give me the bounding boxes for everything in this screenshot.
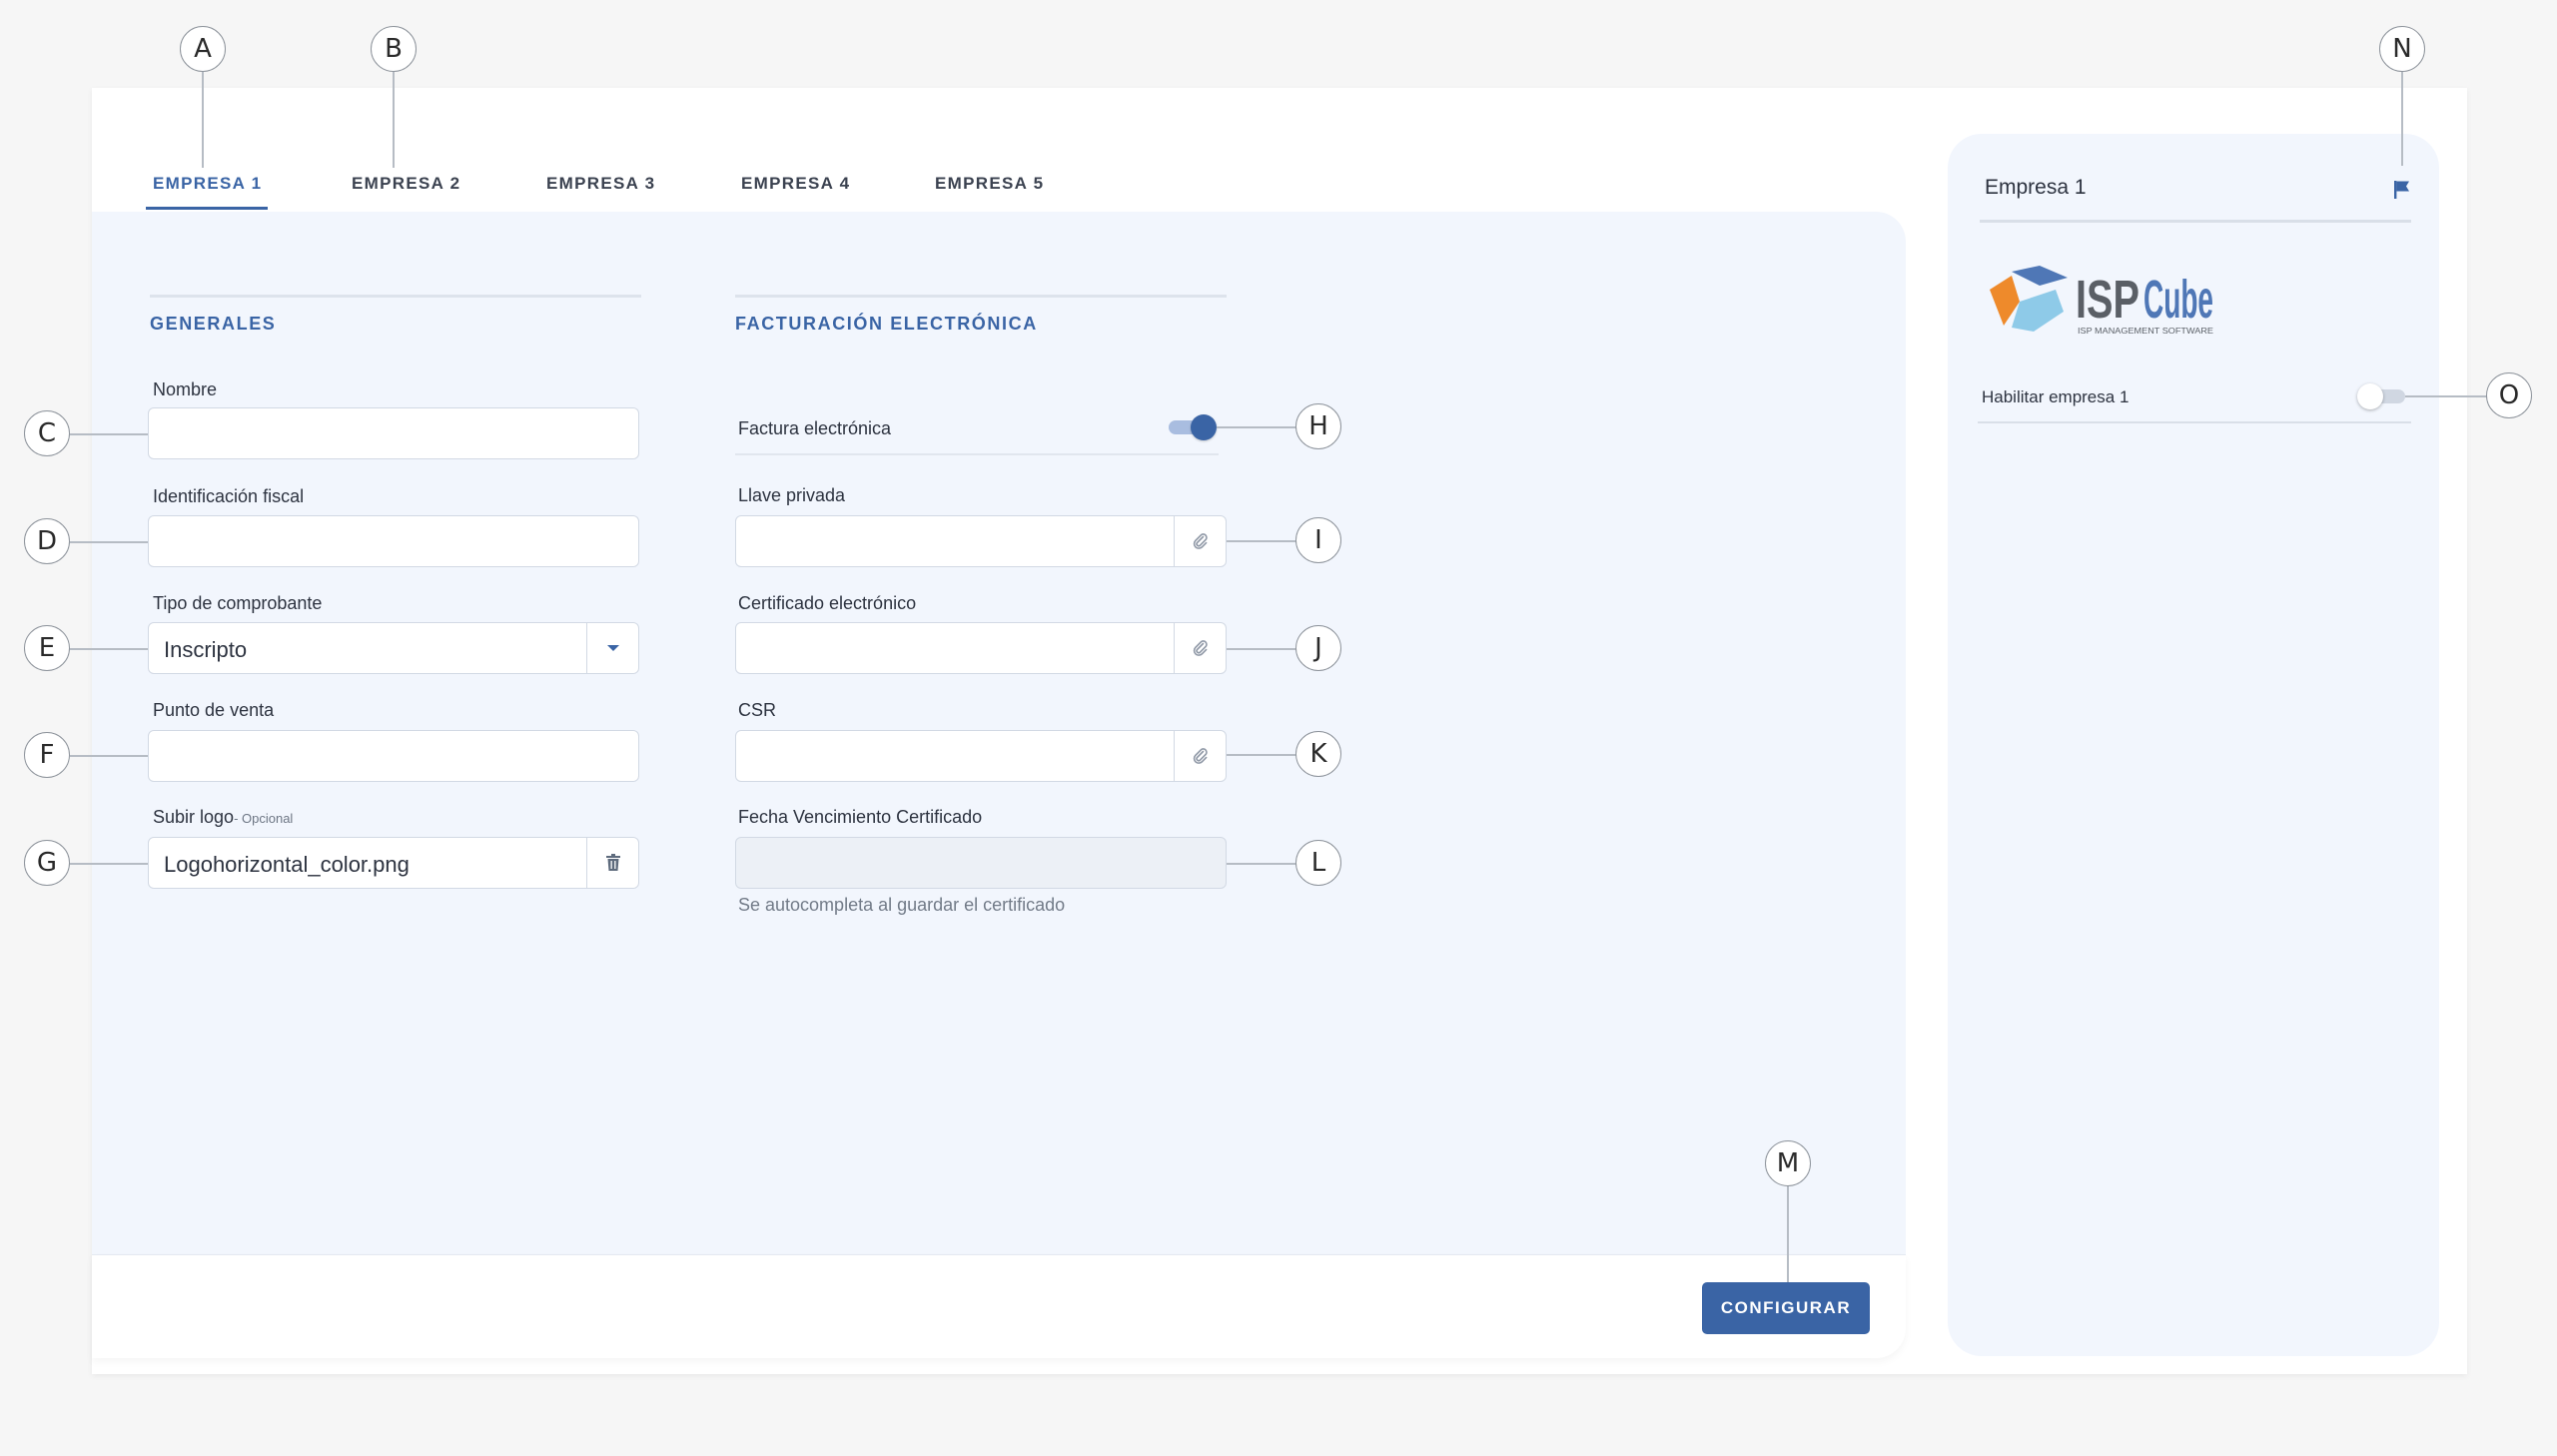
callout-e-leader [70, 648, 148, 650]
callout-m: M [1765, 1140, 1811, 1186]
fecha-vencimiento-field [735, 837, 1227, 889]
toggle-knob [2357, 383, 2383, 409]
generales-divider [150, 295, 641, 298]
nombre-label: Nombre [153, 379, 218, 399]
llave-privada-field[interactable] [735, 515, 1227, 567]
ispcube-logo: ISP Cube ISP MANAGEMENT SOFTWARE [1984, 262, 2223, 348]
callout-f-leader [70, 755, 148, 757]
subir-logo-filename: Logohorizontal_color.png [164, 852, 410, 877]
subir-logo-field[interactable]: Logohorizontal_color.png [148, 837, 639, 889]
punto-venta-label: Punto de venta [153, 700, 275, 720]
form-footer [92, 1254, 1906, 1358]
callout-g-leader [70, 863, 148, 865]
callout-d-leader [70, 541, 148, 543]
factura-electronica-toggle[interactable] [1169, 414, 1217, 440]
generales-title: GENERALES [150, 314, 277, 334]
certificado-label: Certificado electrónico [738, 593, 917, 613]
callout-g: G [24, 840, 70, 886]
csr-label: CSR [738, 700, 777, 720]
callout-l-leader [1227, 863, 1296, 865]
callout-i: I [1295, 517, 1341, 563]
callout-j: J [1295, 625, 1341, 671]
toggle-knob [1191, 414, 1217, 440]
tipo-comprobante-label: Tipo de comprobante [153, 593, 323, 613]
configurar-button[interactable]: CONFIGURAR [1702, 1282, 1870, 1334]
callout-c-leader [70, 433, 148, 435]
llave-privada-label: Llave privada [738, 485, 846, 505]
subir-logo-label-text: Subir logo [153, 807, 235, 827]
callout-n-leader [2401, 72, 2403, 166]
tab-empresa-2[interactable]: EMPRESA 2 [352, 174, 460, 210]
tab-empresa-3[interactable]: EMPRESA 3 [546, 174, 655, 210]
nombre-field[interactable] [148, 407, 639, 459]
identificacion-fiscal-field[interactable] [148, 515, 639, 567]
callout-o: O [2486, 372, 2532, 418]
fecha-vencimiento-label: Fecha Vencimiento Certificado [738, 807, 983, 827]
punto-venta-field[interactable] [148, 730, 639, 782]
callout-a: A [180, 26, 226, 72]
chevron-down-icon[interactable] [586, 623, 638, 673]
paperclip-icon[interactable] [1174, 623, 1226, 673]
factura-electronica-label: Factura electrónica [738, 418, 892, 438]
callout-n: N [2379, 26, 2425, 72]
callout-h-leader [1217, 426, 1296, 428]
csr-field[interactable] [735, 730, 1227, 782]
callout-a-leader [202, 72, 204, 168]
callout-e: E [24, 625, 70, 671]
callout-k-leader [1227, 754, 1296, 756]
callout-k: K [1295, 731, 1341, 777]
tipo-comprobante-select[interactable]: Inscripto [148, 622, 639, 674]
tab-empresa-4[interactable]: EMPRESA 4 [741, 174, 850, 210]
factura-electronica-divider [735, 453, 1219, 455]
paperclip-icon[interactable] [1174, 516, 1226, 566]
svg-text:ISP MANAGEMENT SOFTWARE: ISP MANAGEMENT SOFTWARE [2078, 326, 2213, 336]
habilitar-empresa-divider [1978, 421, 2411, 423]
identificacion-fiscal-label: Identificación fiscal [153, 486, 305, 506]
tab-empresa-1[interactable]: EMPRESA 1 [153, 174, 262, 210]
svg-text:ISP: ISP [2076, 270, 2139, 330]
side-panel-divider [1980, 220, 2411, 223]
certificado-field[interactable] [735, 622, 1227, 674]
callout-f: F [24, 732, 70, 778]
habilitar-empresa-label: Habilitar empresa 1 [1982, 387, 2130, 406]
callout-d: D [24, 518, 70, 564]
subir-logo-label: Subir logo- Opcional [153, 807, 293, 828]
optional-tag: - Opcional [234, 811, 294, 826]
fecha-vencimiento-hint: Se autocompleta al guardar el certificad… [738, 895, 1066, 915]
callout-j-leader [1227, 648, 1296, 650]
callout-c: C [24, 410, 70, 456]
svg-text:Cube: Cube [2143, 270, 2213, 330]
habilitar-empresa-toggle[interactable] [2357, 383, 2405, 409]
callout-i-leader [1227, 540, 1296, 542]
side-panel-title: Empresa 1 [1985, 176, 2087, 199]
facturacion-divider [735, 295, 1227, 298]
facturacion-title: FACTURACIÓN ELECTRÓNICA [735, 314, 1038, 334]
callout-b-leader [393, 72, 395, 168]
callout-l: L [1295, 840, 1341, 886]
tab-empresa-5[interactable]: EMPRESA 5 [935, 174, 1044, 210]
callout-m-leader [1787, 1185, 1789, 1282]
flag-icon[interactable] [2393, 180, 2411, 200]
active-tab-indicator [146, 207, 268, 210]
callout-b: B [371, 26, 417, 72]
callout-o-leader [2405, 395, 2487, 397]
trash-icon[interactable] [586, 838, 638, 888]
tipo-comprobante-value: Inscripto [164, 637, 248, 662]
paperclip-icon[interactable] [1174, 731, 1226, 781]
callout-h: H [1295, 403, 1341, 449]
